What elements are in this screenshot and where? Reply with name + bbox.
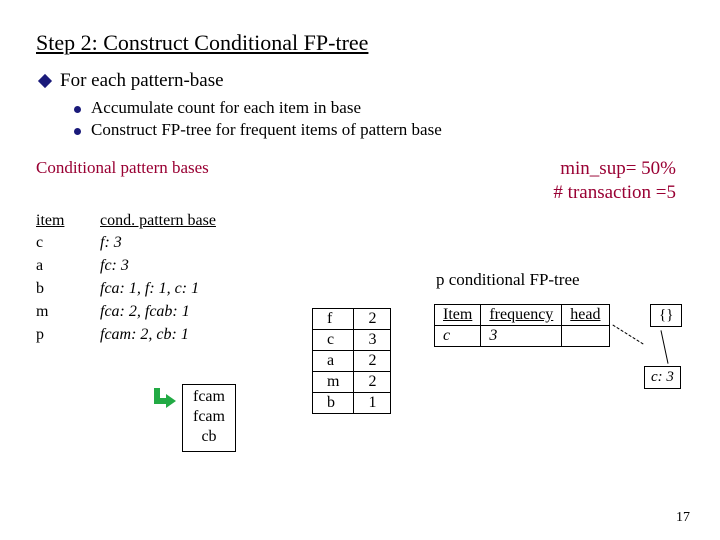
diamond-bullet-icon: [38, 74, 52, 88]
cell-base: f: 3: [100, 234, 122, 252]
fcam-line: fcam: [193, 387, 225, 407]
page-title: Step 2: Construct Conditional FP-tree: [36, 30, 684, 56]
cell-val: 2: [354, 351, 391, 372]
tree-root-node: {}: [650, 304, 682, 327]
cell-key: b: [313, 393, 354, 414]
cell-key: f: [313, 309, 354, 330]
cpb-label: Conditional pattern bases: [36, 158, 209, 206]
hdr-head: head: [562, 305, 609, 326]
cell-item: a: [36, 257, 100, 275]
cell-item: m: [36, 303, 100, 321]
cell-key: c: [313, 330, 354, 351]
hdr-base: cond. pattern base: [100, 212, 216, 230]
bullet-text: Construct FP-tree for frequent items of …: [91, 120, 442, 140]
count-table: f 2 c 3 a 2 m 2 b 1: [312, 308, 391, 414]
p-conditional-label: p conditional FP-tree: [436, 270, 580, 290]
cell-head: [562, 326, 609, 347]
hdr-item: item: [36, 212, 100, 230]
heading-text: For each pattern-base: [60, 70, 224, 92]
trans-count: # transaction =5: [553, 182, 676, 204]
table-row: Item frequency head: [435, 305, 610, 326]
min-sup: min_sup= 50%: [553, 158, 676, 180]
cell-item: c: [435, 326, 481, 347]
sub-bullet-list: Accumulate count for each item in base C…: [70, 98, 684, 140]
cell-item: p: [36, 326, 100, 344]
tree-c3-node: c: 3: [644, 366, 681, 389]
hdr-freq: frequency: [481, 305, 562, 326]
fcam-line: fcam: [193, 407, 225, 427]
mid-row: Conditional pattern bases min_sup= 50% #…: [36, 158, 684, 206]
heading-row: For each pattern-base: [36, 70, 684, 92]
projected-db-box: fcam fcam cb: [182, 384, 236, 452]
params-right: min_sup= 50% # transaction =5: [553, 158, 676, 206]
bullet-icon: [74, 106, 81, 113]
header-table: Item frequency head c 3: [434, 304, 610, 347]
hdr-item: Item: [435, 305, 481, 326]
cell-base: fcam: 2, cb: 1: [100, 326, 189, 344]
bullet-icon: [74, 128, 81, 135]
page-number: 17: [676, 510, 690, 526]
cell-val: 1: [354, 393, 391, 414]
cell-base: fca: 2, fcab: 1: [100, 303, 190, 321]
cell-key: a: [313, 351, 354, 372]
table-row: a 2: [313, 351, 391, 372]
table-row: b 1: [313, 393, 391, 414]
cell-val: 2: [354, 309, 391, 330]
cell-freq: 3: [481, 326, 562, 347]
cell-item: b: [36, 280, 100, 298]
fcam-line: cb: [193, 427, 225, 447]
table-row: c 3: [435, 326, 610, 347]
table-row: b fca: 1, f: 1, c: 1: [36, 280, 684, 298]
cell-base: fc: 3: [100, 257, 129, 275]
sub-bullet: Construct FP-tree for frequent items of …: [70, 120, 684, 140]
table-row: a fc: 3: [36, 257, 684, 275]
cell-key: m: [313, 372, 354, 393]
pattern-table-header: item cond. pattern base: [36, 212, 684, 230]
arrow-icon: [154, 388, 182, 410]
table-row: f 2: [313, 309, 391, 330]
content-area: item cond. pattern base c f: 3 a fc: 3 b…: [36, 212, 684, 344]
cell-base: fca: 1, f: 1, c: 1: [100, 280, 199, 298]
table-row: c 3: [313, 330, 391, 351]
cell-val: 2: [354, 372, 391, 393]
table-row: c f: 3: [36, 234, 684, 252]
table-row: m 2: [313, 372, 391, 393]
tree-edge: [656, 330, 672, 366]
bullet-text: Accumulate count for each item in base: [91, 98, 361, 118]
sub-bullet: Accumulate count for each item in base: [70, 98, 684, 118]
cell-val: 3: [354, 330, 391, 351]
cell-item: c: [36, 234, 100, 252]
